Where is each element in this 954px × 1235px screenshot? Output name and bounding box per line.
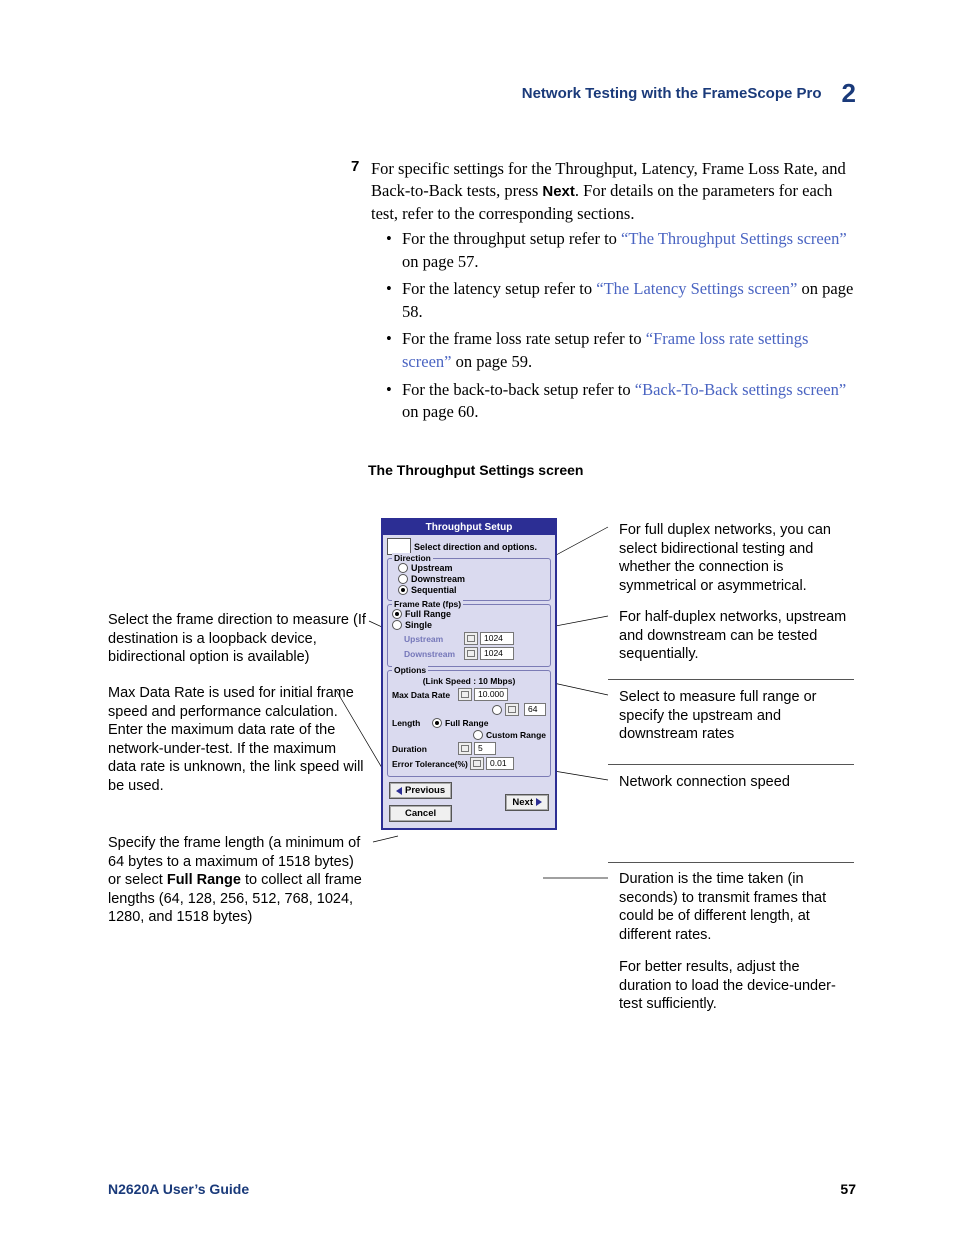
cancel-button[interactable]: Cancel [389, 805, 452, 822]
upstream-rate-value[interactable]: 1024 [480, 632, 514, 645]
options-group: Options (Link Speed : 10 Mbps) Max Data … [387, 670, 551, 777]
annotation-full-duplex: For full duplex networks, you can select… [619, 521, 854, 595]
max-data-rate-value[interactable]: 10.000 [474, 688, 508, 701]
list-item: For the back-to-back setup refer to “Bac… [402, 379, 859, 424]
field-error-tolerance: Error Tolerance(%) 0.01 [392, 757, 546, 770]
field-downstream-rate: Downstream 1024 [404, 647, 546, 660]
annotation-duration-1: Duration is the time taken (in seconds) … [619, 870, 854, 944]
footer-guide-name: N2620A User’s Guide [108, 1181, 249, 1197]
annotation-link-speed: Network connection speed [619, 773, 854, 792]
field-max-data-rate: Max Data Rate 10.000 [392, 688, 546, 701]
page-number: 57 [840, 1181, 856, 1197]
opt-sequential[interactable]: Sequential [398, 585, 546, 595]
list-item: For the latency setup refer to “The Late… [402, 278, 859, 323]
step-text: For specific settings for the Throughput… [371, 158, 859, 225]
opt-length-custom[interactable]: Custom Range [473, 730, 546, 740]
triangle-left-icon [396, 787, 402, 795]
annotation-full-range: Select to measure full range or specify … [619, 688, 854, 744]
keypad-icon[interactable] [464, 647, 478, 660]
separator [608, 679, 854, 680]
header-title: Network Testing with the FrameScope Pro [522, 85, 822, 102]
list-item: For the throughput setup refer to “The T… [402, 228, 859, 273]
keypad-icon[interactable] [458, 688, 472, 701]
link-latency[interactable]: “The Latency Settings screen” [596, 279, 797, 298]
annotation-half-duplex: For half-duplex networks, upstream and d… [619, 608, 854, 664]
annotation-duration-2: For better results, adjust the duration … [619, 958, 854, 1014]
error-tolerance-value[interactable]: 0.01 [486, 757, 514, 770]
link-throughput[interactable]: “The Throughput Settings screen” [621, 229, 847, 248]
length-row-2: Custom Range [392, 730, 546, 740]
duration-value[interactable]: 5 [474, 742, 496, 755]
page: Network Testing with the FrameScope Pro … [0, 0, 954, 1235]
separator [608, 862, 854, 863]
step-number: 7 [351, 158, 359, 175]
keypad-icon[interactable] [505, 703, 519, 716]
separator [608, 764, 854, 765]
keypad-icon[interactable] [464, 632, 478, 645]
direction-group: Direction Upstream Downstream Sequential [387, 558, 551, 601]
keypad-icon[interactable] [470, 757, 484, 770]
opt-full-range[interactable]: Full Range [392, 609, 546, 619]
screen-body: Select direction and options. Direction … [383, 535, 555, 828]
previous-button[interactable]: Previous [389, 782, 452, 799]
list-item: For the frame loss rate setup refer to “… [402, 328, 859, 373]
opt-downstream[interactable]: Downstream [398, 574, 546, 584]
next-button[interactable]: Next [505, 794, 549, 811]
frame-rate-group: Frame Rate (fps) Full Range Single Upstr… [387, 604, 551, 667]
annotation-max-data-rate: Max Data Rate is used for initial frame … [108, 684, 366, 795]
bullet-list: For the throughput setup refer to “The T… [402, 228, 859, 429]
length-row: Length Full Range [392, 718, 546, 728]
field-upstream-rate: Upstream 1024 [404, 632, 546, 645]
small-value[interactable]: 64 [524, 703, 546, 716]
button-row: Previous Cancel Next [387, 782, 551, 822]
annotation-frame-length: Specify the frame length (a minimum of 6… [108, 834, 366, 927]
link-speed-text: (Link Speed : 10 Mbps) [392, 676, 546, 686]
triangle-right-icon [536, 798, 542, 806]
screen-title: Throughput Setup [383, 520, 555, 535]
opt-single[interactable]: Single [392, 620, 546, 630]
chapter-number: 2 [842, 78, 856, 109]
throughput-setup-screen: Throughput Setup Select direction and op… [381, 518, 557, 830]
link-back-to-back[interactable]: “Back-To-Back settings screen” [635, 380, 846, 399]
step-next-word: Next [542, 183, 575, 200]
section-heading: The Throughput Settings screen [368, 462, 583, 478]
downstream-rate-value[interactable]: 1024 [480, 647, 514, 660]
keypad-icon[interactable] [458, 742, 472, 755]
opt-upstream[interactable]: Upstream [398, 563, 546, 573]
options-label: Options [392, 665, 428, 675]
opt-length-full[interactable]: Full Range [432, 718, 488, 728]
frame-rate-label: Frame Rate (fps) [392, 599, 463, 609]
opt-small[interactable] [492, 705, 502, 715]
instruction-text: Select direction and options. [414, 542, 537, 552]
direction-label: Direction [392, 553, 433, 563]
field-duration: Duration 5 [392, 742, 546, 755]
page-header: Network Testing with the FrameScope Pro … [522, 78, 856, 109]
annotation-direction: Select the frame direction to measure (I… [108, 611, 366, 667]
